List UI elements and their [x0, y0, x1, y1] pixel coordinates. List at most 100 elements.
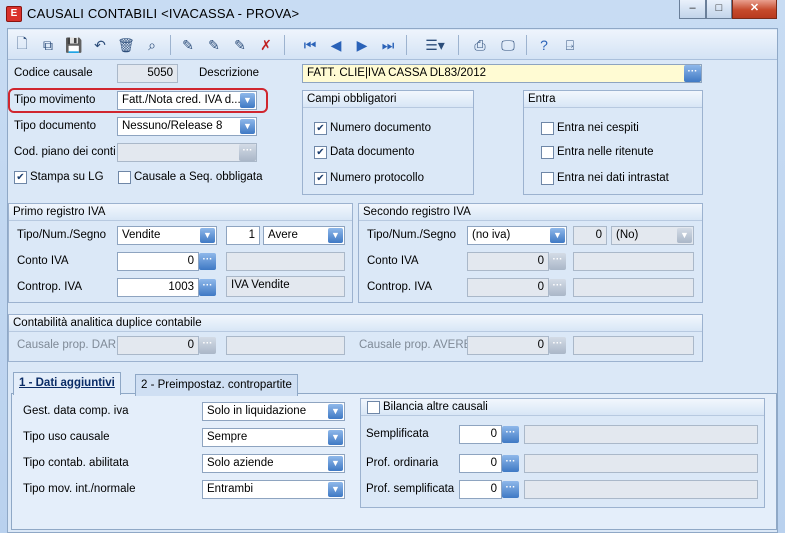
gest-data-combo[interactable]: Solo in liquidazione ▼	[202, 402, 345, 421]
causale-seq-checkbox[interactable]	[118, 171, 131, 184]
bilancia-checkbox[interactable]	[367, 401, 380, 414]
next-record-icon[interactable]: ▶	[352, 35, 372, 55]
tipo-uso-value: Sempre	[207, 431, 248, 443]
undo-icon[interactable]: ↶	[90, 35, 110, 55]
maximize-button[interactable]: □	[706, 0, 732, 19]
prof-semplificata-desc	[524, 480, 758, 499]
stampa-lg-label: Stampa su LG	[30, 171, 104, 183]
numero-documento-label: Numero documento	[330, 122, 431, 134]
tipo-mov-combo[interactable]: Entrambi ▼	[202, 480, 345, 499]
primo-num-field[interactable]: 1	[226, 226, 260, 245]
tab-dati-aggiuntivi[interactable]: 1 - Dati aggiuntivi	[13, 372, 121, 395]
new-document-icon[interactable]: 🗋	[12, 35, 32, 55]
prof-semplificata-lookup-button[interactable]: ···	[502, 481, 519, 498]
primo-tipo-combo[interactable]: Vendite ▼	[117, 226, 217, 245]
tipo-documento-combo[interactable]: Nessuno/Release 8 ▼	[117, 117, 257, 136]
tipo-uso-label: Tipo uso causale	[23, 431, 110, 443]
causale-dare-desc	[226, 336, 345, 355]
tipo-contab-value: Solo aziende	[207, 457, 274, 469]
delete-icon[interactable]: 🗑	[116, 35, 136, 55]
find-binoculars-icon[interactable]: ⌕	[142, 35, 162, 55]
chevron-down-icon[interactable]: ▼	[328, 482, 343, 497]
piano-conti-lookup-button[interactable]: ···	[239, 144, 256, 161]
bilancia-label: Bilancia altre causali	[383, 401, 488, 413]
semplificata-label: Semplificata	[366, 428, 429, 440]
causale-avere-field[interactable]: 0	[467, 336, 549, 355]
causale-avere-lookup-button[interactable]: ···	[549, 337, 566, 354]
first-record-icon[interactable]: ⏮	[300, 35, 320, 55]
chevron-down-icon[interactable]: ▼	[328, 456, 343, 471]
piano-conti-label: Cod. piano dei conti	[14, 146, 116, 158]
prof-ordinaria-field[interactable]: 0	[459, 454, 502, 473]
chevron-down-icon[interactable]: ▼	[328, 430, 343, 445]
minimize-button[interactable]: –	[679, 0, 706, 19]
app-icon: E	[6, 6, 22, 22]
chevron-down-icon[interactable]: ▼	[240, 119, 255, 134]
prof-ordinaria-label: Prof. ordinaria	[366, 457, 439, 469]
save-icon[interactable]: 💾	[64, 35, 84, 55]
tipo-uso-combo[interactable]: Sempre ▼	[202, 428, 345, 447]
edit-pencil-icon[interactable]: ✎	[178, 35, 198, 55]
codice-causale-field[interactable]: 5050	[117, 64, 178, 83]
secondo-segno-value: (No)	[616, 229, 639, 241]
primo-controp-lookup-button[interactable]: ···	[199, 279, 216, 296]
tipo-movimento-value: Fatt./Nota cred. IVA d...	[122, 94, 241, 106]
primo-conto-field[interactable]: 0	[117, 252, 199, 271]
semplificata-field[interactable]: 0	[459, 425, 502, 444]
data-documento-checkbox[interactable]: ✔	[314, 146, 327, 159]
descrizione-lookup-button[interactable]: ···	[684, 65, 701, 82]
toolbar-separator	[458, 35, 459, 55]
prof-semplificata-field[interactable]: 0	[459, 480, 502, 499]
entra-cespiti-checkbox[interactable]	[541, 122, 554, 135]
entra-intrastat-checkbox[interactable]	[541, 172, 554, 185]
codice-causale-label: Codice causale	[14, 67, 93, 79]
chevron-down-icon[interactable]: ▼	[200, 228, 215, 243]
primo-segno-combo[interactable]: Avere ▼	[263, 226, 345, 245]
copy-icon[interactable]: ⧉	[38, 35, 58, 55]
tipo-movimento-combo[interactable]: Fatt./Nota cred. IVA d... ▼	[117, 91, 257, 110]
secondo-num-field[interactable]: 0	[573, 226, 607, 245]
secondo-conto-field[interactable]: 0	[467, 252, 549, 271]
numero-protocollo-checkbox[interactable]: ✔	[314, 172, 327, 185]
previous-record-icon[interactable]: ◀	[326, 35, 346, 55]
secondo-segno-combo[interactable]: (No) ▼	[611, 226, 694, 245]
chevron-down-icon[interactable]: ▼	[240, 93, 255, 108]
chevron-down-icon[interactable]: ▼	[328, 228, 343, 243]
prof-ordinaria-lookup-button[interactable]: ···	[502, 455, 519, 472]
print-icon[interactable]: ⎙	[470, 35, 490, 55]
semplificata-lookup-button[interactable]: ···	[502, 426, 519, 443]
primo-controp-label: Controp. IVA	[17, 281, 82, 293]
secondo-tipo-combo[interactable]: (no iva) ▼	[467, 226, 567, 245]
close-button[interactable]: ✕	[732, 0, 777, 19]
exit-door-icon[interactable]: ⍈	[560, 35, 580, 55]
tab-preimpostaz-contropartite[interactable]: 2 - Preimpostaz. contropartite	[135, 374, 298, 396]
edit-pencil-down-icon[interactable]: ✎	[204, 35, 224, 55]
last-record-icon[interactable]: ⏭	[378, 35, 398, 55]
preview-monitor-icon[interactable]: 🖵	[498, 35, 518, 55]
help-icon[interactable]: ?	[534, 35, 554, 55]
chevron-down-icon[interactable]: ▼	[328, 404, 343, 419]
causale-dare-lookup-button[interactable]: ···	[199, 337, 216, 354]
entra-ritenute-checkbox[interactable]	[541, 146, 554, 159]
toolbar-separator	[284, 35, 285, 55]
filter-list-icon[interactable]: ☰▾	[420, 35, 450, 55]
numero-protocollo-label: Numero protocollo	[330, 172, 424, 184]
piano-conti-field[interactable]	[117, 143, 257, 162]
primo-conto-lookup-button[interactable]: ···	[199, 253, 216, 270]
prof-semplificata-label: Prof. semplificata	[366, 483, 455, 495]
numero-documento-checkbox[interactable]: ✔	[314, 122, 327, 135]
cancel-edit-icon[interactable]: ✗	[256, 35, 276, 55]
secondo-controp-lookup-button[interactable]: ···	[549, 279, 566, 296]
primo-controp-field[interactable]: 1003	[117, 278, 199, 297]
toolbar-separator	[526, 35, 527, 55]
secondo-conto-lookup-button[interactable]: ···	[549, 253, 566, 270]
tipo-contab-combo[interactable]: Solo aziende ▼	[202, 454, 345, 473]
descrizione-field[interactable]: FATT. CLIE|IVA CASSA DL83/2012	[302, 64, 702, 83]
secondo-controp-field[interactable]: 0	[467, 278, 549, 297]
edit-pencil-left-icon[interactable]: ✎	[230, 35, 250, 55]
causale-dare-field[interactable]: 0	[117, 336, 199, 355]
chevron-down-icon[interactable]: ▼	[677, 228, 692, 243]
stampa-lg-checkbox[interactable]: ✔	[14, 171, 27, 184]
gest-data-value: Solo in liquidazione	[207, 405, 307, 417]
chevron-down-icon[interactable]: ▼	[550, 228, 565, 243]
